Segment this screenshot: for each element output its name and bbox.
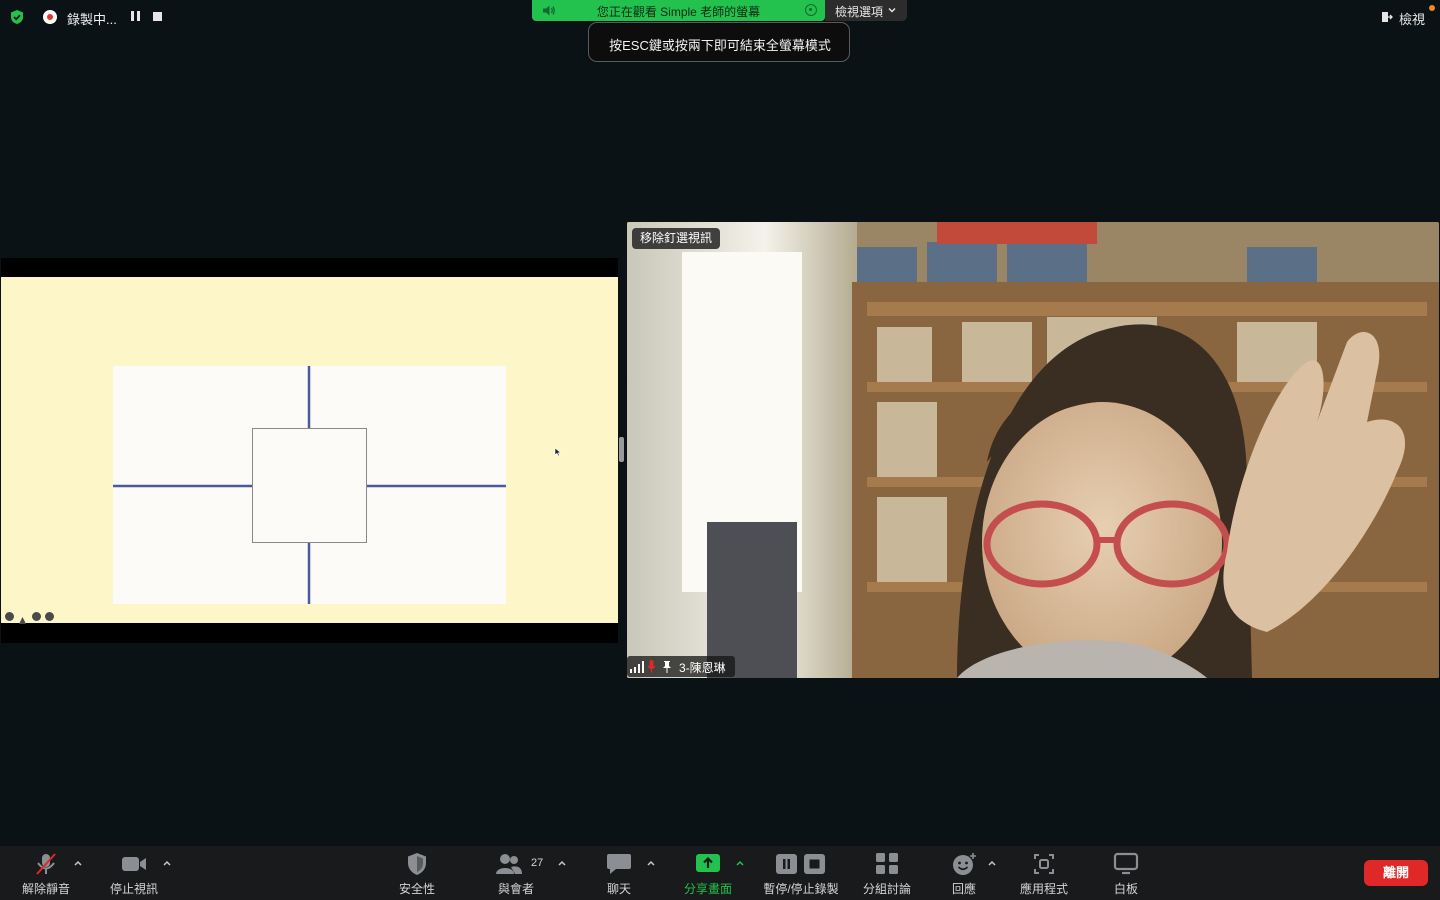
security-shield-icon	[408, 853, 426, 875]
video-options-caret-icon[interactable]	[162, 859, 172, 867]
viewing-screen-text: 您正在觀看 Simple 老師的螢幕	[596, 5, 761, 19]
whiteboard-button[interactable]: 白板	[1096, 846, 1156, 900]
exit-fullscreen-text: 按ESC鍵或按兩下即可結束全螢幕模式	[609, 38, 831, 53]
view-options-button[interactable]: 檢視選項	[825, 0, 907, 21]
share-screen-button[interactable]: 分享畫面	[677, 846, 739, 900]
chat-options-caret-icon[interactable]	[646, 859, 656, 867]
leave-meeting-button[interactable]: 離開	[1364, 860, 1428, 886]
breakout-rooms-label: 分組討論	[862, 882, 911, 896]
stop-video-label: 停止視訊	[109, 882, 158, 896]
recording-label: 錄製中...	[67, 12, 117, 27]
video-camera-icon	[122, 857, 146, 871]
participants-options-caret-icon[interactable]	[557, 859, 567, 867]
pinned-participant-video[interactable]: 移除釘選視訊 3-陳恩琳	[627, 222, 1439, 678]
cross-diagram	[113, 366, 506, 604]
meeting-toolbar: 解除靜音 停止視訊 安全性 27 與會者 聊天 分享畫面 暫停/停止錄製 分組討…	[0, 846, 1440, 900]
unpin-video-button[interactable]: 移除釘選視訊	[632, 228, 721, 249]
whiteboard-label: 白板	[1113, 882, 1138, 896]
pointer-tool-icon[interactable]	[18, 612, 27, 624]
security-label: 安全性	[398, 882, 435, 896]
whiteboard-icon	[1113, 852, 1139, 875]
participant-name-tag: 3-陳恩琳	[627, 656, 735, 677]
share-screen-label: 分享畫面	[683, 882, 732, 896]
connection-signal-icon	[630, 661, 644, 673]
audio-options-caret-icon[interactable]	[73, 859, 83, 867]
apps-label: 應用程式	[1019, 882, 1068, 896]
exit-view-icon	[1382, 12, 1393, 22]
viewing-screen-banner: 您正在觀看 Simple 老師的螢幕	[532, 0, 825, 21]
notification-dot	[1429, 5, 1435, 11]
breakout-rooms-icon	[876, 853, 898, 874]
stop-video-button[interactable]: 停止視訊	[104, 846, 164, 900]
participant-video-feed	[627, 222, 1439, 678]
unmute-label: 解除靜音	[21, 882, 70, 896]
muted-microphone-icon	[36, 853, 56, 875]
chat-label: 聊天	[606, 882, 631, 896]
pause-stop-recording-button[interactable]: 暫停/停止錄製	[758, 846, 844, 900]
participants-button[interactable]: 27 與會者	[486, 846, 546, 900]
slide-white-panel	[113, 366, 506, 604]
recording-indicator-icon	[43, 10, 57, 24]
stop-recording-icon[interactable]	[153, 12, 162, 21]
reactions-label: 回應	[951, 882, 976, 896]
view-options-label: 檢視選項	[835, 5, 884, 19]
pause-stop-recording-label: 暫停/停止錄製	[763, 882, 839, 896]
shared-slide[interactable]	[1, 277, 618, 624]
previous-slide-icon[interactable]	[5, 612, 14, 621]
muted-mic-icon	[647, 660, 656, 673]
participant-name: 3-陳恩琳	[679, 661, 726, 675]
view-button-label: 檢視	[1399, 12, 1426, 27]
participants-label: 與會者	[497, 882, 534, 896]
exit-fullscreen-tooltip: 按ESC鍵或按兩下即可結束全螢幕模式	[588, 22, 850, 62]
apps-button[interactable]: 應用程式	[1012, 846, 1076, 900]
menu-dots-icon[interactable]	[32, 612, 41, 621]
pause-recording-icon[interactable]	[131, 11, 140, 21]
split-view-resize-handle[interactable]	[619, 437, 624, 462]
share-screen-icon	[696, 854, 720, 872]
reactions-options-caret-icon[interactable]	[987, 859, 997, 867]
pause-stop-recording-icon	[776, 854, 825, 874]
mouse-cursor-icon	[554, 447, 562, 457]
chevron-down-icon	[888, 8, 896, 13]
reactions-button[interactable]: 回應	[934, 846, 994, 900]
apps-icon	[1034, 854, 1054, 874]
reaction-smiley-icon	[953, 853, 976, 875]
pin-icon	[663, 661, 671, 673]
next-slide-icon[interactable]	[45, 612, 54, 621]
sharing-status-icon	[805, 4, 817, 16]
view-button[interactable]: 檢視	[1381, 9, 1433, 27]
security-button[interactable]: 安全性	[387, 846, 447, 900]
share-options-caret-icon[interactable]	[735, 859, 745, 867]
participant-count: 27	[531, 857, 544, 869]
chat-button[interactable]: 聊天	[589, 846, 649, 900]
security-shield-icon[interactable]	[9, 9, 25, 25]
breakout-rooms-button[interactable]: 分組討論	[857, 846, 917, 900]
unmute-button[interactable]: 解除靜音	[16, 846, 76, 900]
chat-bubble-icon	[607, 854, 631, 874]
participants-icon	[495, 854, 522, 874]
slide-navigation[interactable]	[5, 612, 55, 624]
